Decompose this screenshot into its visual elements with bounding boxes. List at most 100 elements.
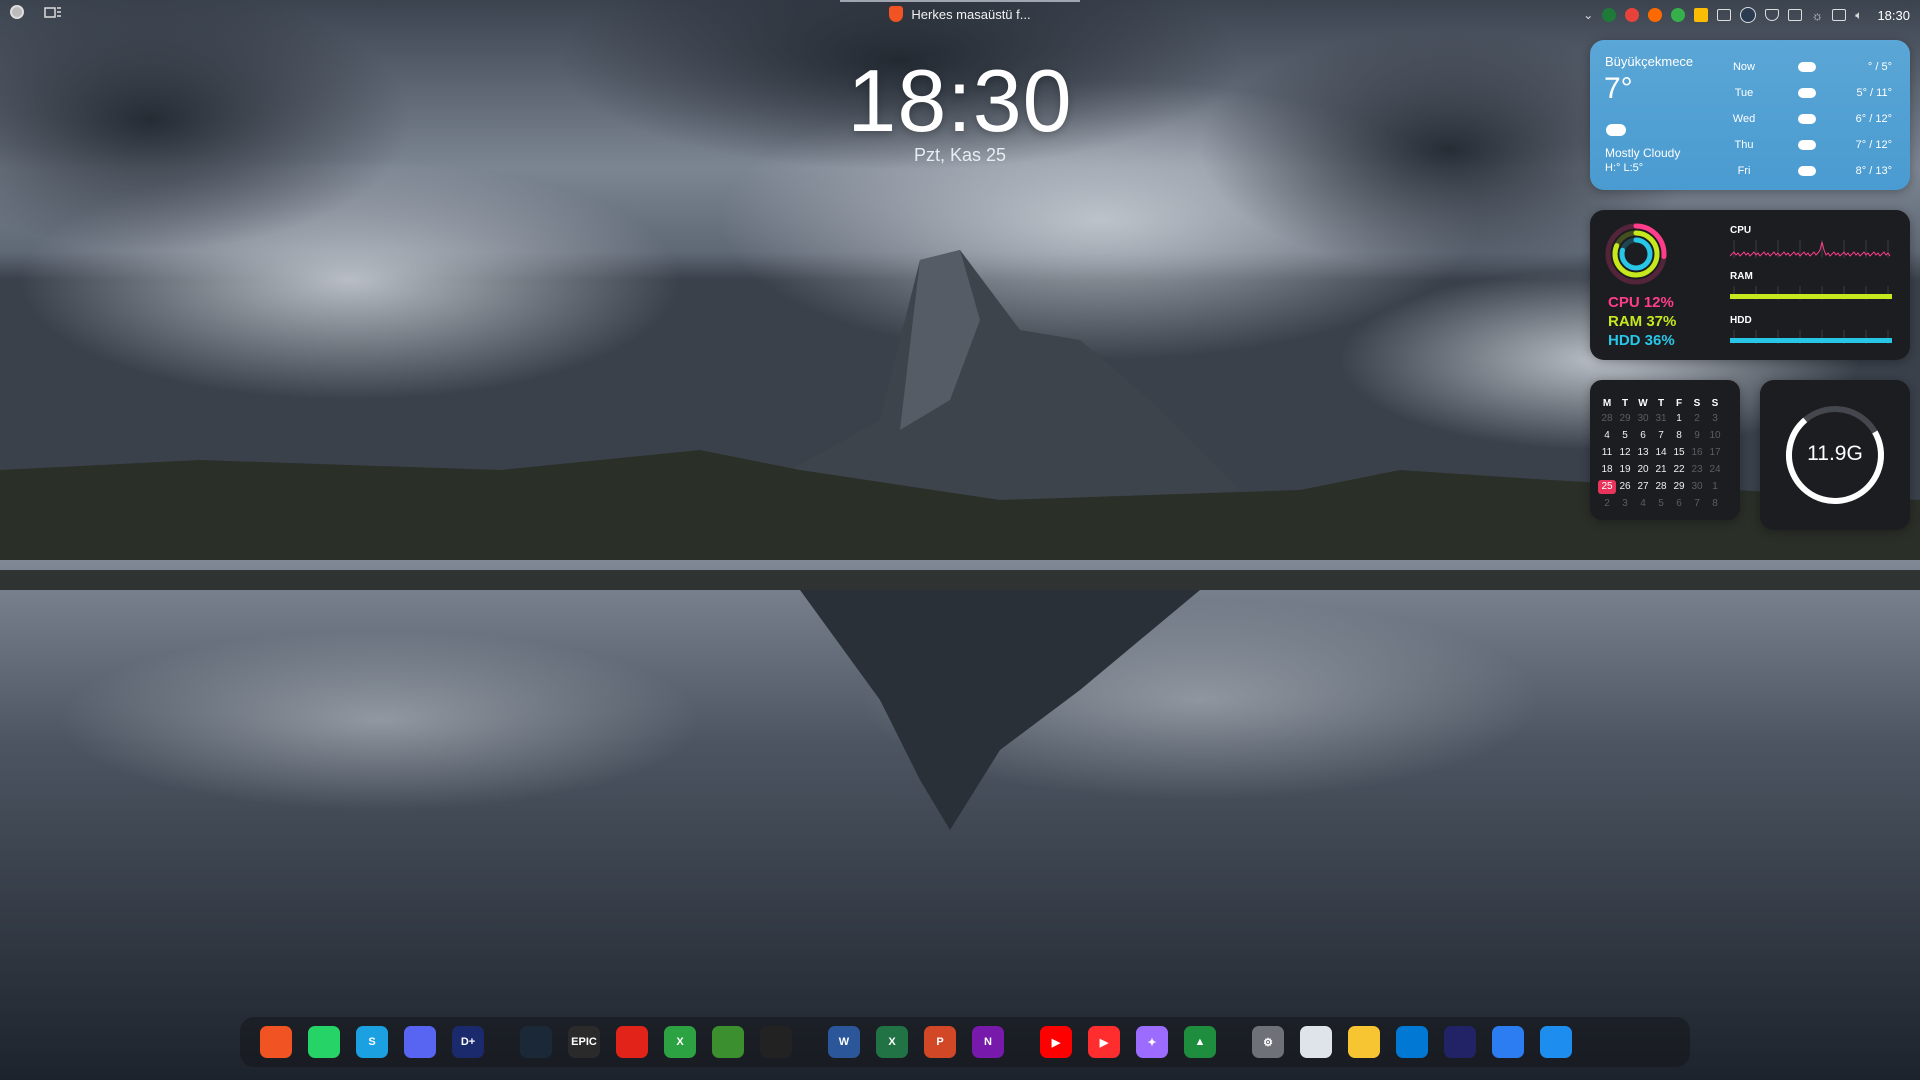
calendar-day[interactable]: 30: [1688, 480, 1706, 494]
calendar-day[interactable]: 21: [1652, 463, 1670, 477]
calendar-day[interactable]: 5: [1616, 429, 1634, 443]
ram-graph: [1730, 286, 1892, 300]
calendar-today[interactable]: 25: [1598, 480, 1616, 494]
shield-icon[interactable]: [1765, 9, 1780, 21]
minecraft-icon[interactable]: [712, 1026, 744, 1058]
volume-icon[interactable]: 🔈︎: [1855, 8, 1862, 23]
calendar-day[interactable]: 26: [1616, 480, 1634, 494]
calendar-day[interactable]: 2: [1688, 412, 1706, 426]
chevron-down-icon[interactable]: ⌄: [1583, 8, 1593, 22]
calendar-day[interactable]: 13: [1634, 446, 1652, 460]
brave-icon[interactable]: [260, 1026, 292, 1058]
hdd-usage: HDD 36%: [1608, 332, 1675, 349]
calendar-day[interactable]: 3: [1616, 497, 1634, 511]
calendar-day[interactable]: 23: [1688, 463, 1706, 477]
calendar-day[interactable]: 19: [1616, 463, 1634, 477]
calendar-day[interactable]: 20: [1634, 463, 1652, 477]
calendar-day[interactable]: 12: [1616, 446, 1634, 460]
weather-widget[interactable]: Büyükçekmece 7° Mostly Cloudy H:° L:5° N…: [1590, 40, 1910, 190]
calendar-day[interactable]: 3: [1706, 412, 1724, 426]
hdd-graph-label: HDD: [1730, 315, 1752, 326]
forecast-row: Tue 5° / 11°: [1720, 80, 1900, 106]
calendar-day[interactable]: 2: [1598, 497, 1616, 511]
calendar-weekday: T: [1621, 398, 1629, 409]
drive-icon[interactable]: [1694, 8, 1709, 22]
whatsapp-icon[interactable]: [308, 1026, 340, 1058]
calendar-day[interactable]: 28: [1652, 480, 1670, 494]
orange-app-icon[interactable]: [1648, 8, 1663, 22]
roblox-icon[interactable]: [616, 1026, 648, 1058]
calendar-day[interactable]: 8: [1706, 497, 1724, 511]
google-drive-icon[interactable]: ▲: [1184, 1026, 1216, 1058]
microsoft-store-icon[interactable]: [1396, 1026, 1428, 1058]
discord-icon[interactable]: [404, 1026, 436, 1058]
active-window-tab[interactable]: Herkes masaüstü f...: [840, 0, 1080, 28]
gemini-icon[interactable]: ✦: [1136, 1026, 1168, 1058]
calendar-day[interactable]: 30: [1634, 412, 1652, 426]
calendar-day[interactable]: 6: [1634, 429, 1652, 443]
device-icon[interactable]: [1717, 9, 1732, 21]
file-explorer-icon[interactable]: [1348, 1026, 1380, 1058]
system-tray: ⌄ ☼ 🔈︎ 18:30: [1583, 5, 1910, 25]
window-title: Herkes masaüstü f...: [911, 6, 1031, 22]
word-icon[interactable]: W: [828, 1026, 860, 1058]
calendar-day[interactable]: 16: [1688, 446, 1706, 460]
calendar-day[interactable]: 27: [1634, 480, 1652, 494]
tray-clock[interactable]: 18:30: [1877, 8, 1910, 23]
network-icon[interactable]: [1832, 9, 1847, 21]
system-monitor-widget[interactable]: CPU 12% RAM 37% HDD 36% CPU RAM HDD: [1590, 210, 1910, 360]
calendar-day[interactable]: 1: [1670, 412, 1688, 426]
storage-widget[interactable]: 11.9G: [1760, 380, 1910, 530]
calendar-day[interactable]: 29: [1616, 412, 1634, 426]
steam-tray-icon[interactable]: [1740, 7, 1757, 23]
youtube-music-icon[interactable]: ▶: [1088, 1026, 1120, 1058]
settings-icon[interactable]: ⚙: [1252, 1026, 1284, 1058]
workspace-overview-icon[interactable]: [44, 5, 62, 19]
shield-app-icon[interactable]: [1602, 8, 1617, 22]
calendar-day[interactable]: 4: [1598, 429, 1616, 443]
cloud-icon: [1798, 114, 1816, 124]
calendar-day[interactable]: 29: [1670, 480, 1688, 494]
calendar-day[interactable]: 11: [1598, 446, 1616, 460]
brightness-icon[interactable]: ☼: [1811, 8, 1823, 23]
calendar-day[interactable]: 22: [1670, 463, 1688, 477]
calendar-widget[interactable]: M T W T F S S 28 29 30 31 1 2 3 4 5 6 7 8 9 10 11 12 13 14 15 16 17…: [1590, 380, 1740, 520]
calendar-day[interactable]: 7: [1688, 497, 1706, 511]
artstudio-icon[interactable]: [1444, 1026, 1476, 1058]
app-grid-icon[interactable]: [760, 1026, 792, 1058]
check-icon[interactable]: [1671, 8, 1686, 22]
weather-city: Büyükçekmece: [1605, 54, 1694, 69]
xbox-icon[interactable]: X: [664, 1026, 696, 1058]
calendar-day[interactable]: 18: [1598, 463, 1616, 477]
epic-games-icon[interactable]: EPIC: [568, 1026, 600, 1058]
calendar-day[interactable]: 14: [1652, 446, 1670, 460]
control-panel-icon[interactable]: [1300, 1026, 1332, 1058]
calendar-day[interactable]: 9: [1688, 429, 1706, 443]
steam-icon[interactable]: [520, 1026, 552, 1058]
calendar-day[interactable]: 15: [1670, 446, 1688, 460]
calendar-day[interactable]: 17: [1706, 446, 1724, 460]
calendar-day[interactable]: 7: [1652, 429, 1670, 443]
calendar-day[interactable]: 1: [1706, 480, 1724, 494]
calendar-day[interactable]: 31: [1652, 412, 1670, 426]
calendar-day[interactable]: 4: [1634, 497, 1652, 511]
calendar-day[interactable]: 6: [1670, 497, 1688, 511]
youtube-icon[interactable]: ▶: [1040, 1026, 1072, 1058]
activities-icon[interactable]: [10, 5, 24, 19]
calendar-day[interactable]: 24: [1706, 463, 1724, 477]
battery-icon[interactable]: [1788, 9, 1803, 21]
excel-icon[interactable]: X: [876, 1026, 908, 1058]
calendar-day[interactable]: 8: [1670, 429, 1688, 443]
forecast-row: Wed 6° / 12°: [1720, 106, 1900, 132]
disney-plus-icon[interactable]: D+: [452, 1026, 484, 1058]
calendar-day[interactable]: 5: [1652, 497, 1670, 511]
colorful-app-icon[interactable]: [1625, 8, 1640, 22]
onenote-icon[interactable]: N: [972, 1026, 1004, 1058]
airdrop-icon[interactable]: [1492, 1026, 1524, 1058]
cloud-icon: [1798, 140, 1816, 150]
calendar-day[interactable]: 28: [1598, 412, 1616, 426]
split-view-icon[interactable]: [1540, 1026, 1572, 1058]
skype-icon[interactable]: S: [356, 1026, 388, 1058]
powerpoint-icon[interactable]: P: [924, 1026, 956, 1058]
calendar-day[interactable]: 10: [1706, 429, 1724, 443]
